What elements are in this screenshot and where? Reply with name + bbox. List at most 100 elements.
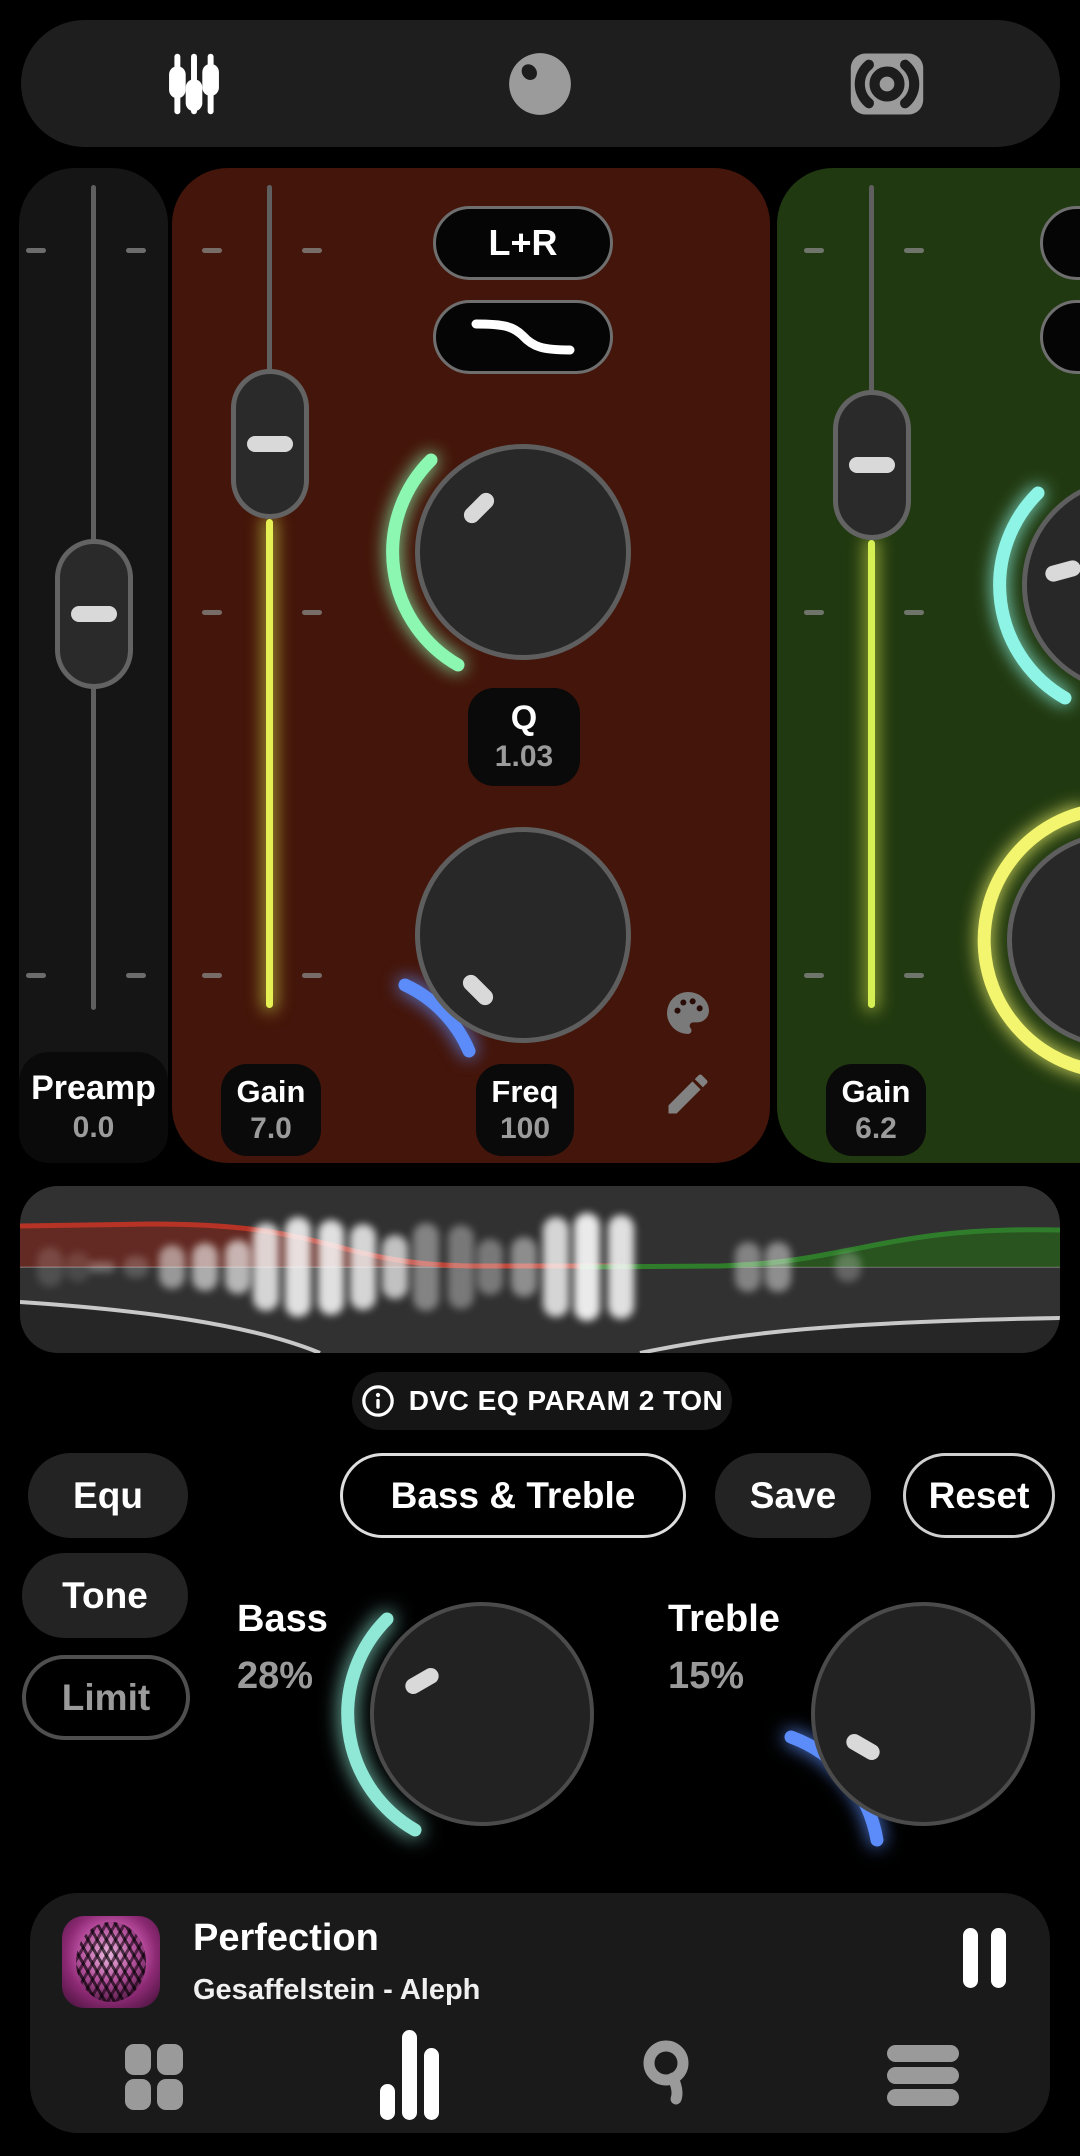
bass-treble-button[interactable]: Bass & Treble xyxy=(340,1453,686,1538)
bass-knob[interactable] xyxy=(370,1602,594,1826)
treble-knob[interactable] xyxy=(811,1602,1035,1826)
spectrum-bar xyxy=(123,1256,149,1278)
band1-freq-value: 100 xyxy=(500,1111,550,1148)
q-label: Q xyxy=(511,698,537,739)
spectrum-bar xyxy=(192,1243,218,1291)
band1-gain-slider-handle[interactable] xyxy=(231,369,309,519)
spectrum-bar xyxy=(765,1242,791,1292)
handle-grip xyxy=(247,436,293,452)
spectrum-bar xyxy=(835,1252,861,1282)
equalizer-screen: Preamp 0.0 L+R Q 1.03 Gain 7.0 Freq 100 xyxy=(0,0,1080,2156)
reset-button[interactable]: Reset xyxy=(903,1453,1055,1538)
treble-value: 15% xyxy=(668,1655,744,1698)
tick xyxy=(904,610,924,615)
handle-grip xyxy=(71,606,117,622)
bass-knob-indicator xyxy=(402,1665,441,1697)
tick xyxy=(904,248,924,253)
edit-pencil-icon[interactable] xyxy=(662,1068,714,1120)
equ-button-label: Equ xyxy=(73,1475,143,1517)
spectrum-bar xyxy=(350,1224,376,1310)
pause-icon xyxy=(963,1928,978,1988)
lowpass-curve-icon xyxy=(468,314,578,360)
q-value-chip: Q 1.03 xyxy=(468,688,580,786)
pause-icon xyxy=(991,1928,1006,1988)
spectrum-bar xyxy=(511,1237,537,1297)
bars-chart-icon xyxy=(370,2026,450,2126)
handle-grip xyxy=(849,457,895,473)
save-button[interactable]: Save xyxy=(715,1453,871,1538)
disco-ball-image xyxy=(76,1922,146,2002)
tick xyxy=(26,973,46,978)
channel-mode-label: L+R xyxy=(488,222,557,264)
q-knob[interactable] xyxy=(415,444,631,660)
tick xyxy=(26,248,46,253)
tick xyxy=(302,248,322,253)
limit-button[interactable]: Limit xyxy=(22,1655,190,1740)
band1-gain-label: Gain xyxy=(237,1073,306,1111)
bass-label: Bass xyxy=(237,1598,328,1641)
palette-icon[interactable] xyxy=(660,985,716,1041)
speaker-icon xyxy=(844,46,930,122)
limit-button-label: Limit xyxy=(62,1677,150,1719)
nav-menu[interactable] xyxy=(878,2026,968,2126)
bass-treble-button-label: Bass & Treble xyxy=(391,1475,636,1517)
spectrum-bar xyxy=(225,1240,251,1294)
treble-label: Treble xyxy=(668,1598,780,1641)
band2-gain-slider-handle[interactable] xyxy=(833,390,911,540)
spectrum-bar xyxy=(89,1262,115,1272)
nav-search[interactable] xyxy=(624,2026,714,2126)
spectrum-bar xyxy=(285,1217,311,1317)
bass-value: 28% xyxy=(237,1655,313,1698)
spectrum-bar xyxy=(574,1213,600,1321)
q-knob-indicator xyxy=(461,490,498,527)
pause-button[interactable] xyxy=(952,1928,1016,1990)
filter-type-button[interactable] xyxy=(433,300,613,374)
preset-selector[interactable]: DVC EQ PARAM 2 TON xyxy=(352,1372,732,1430)
tab-speaker[interactable] xyxy=(827,34,947,134)
spectrum-bar xyxy=(608,1215,634,1319)
tick xyxy=(202,610,222,615)
spectrum-bar xyxy=(382,1235,408,1299)
channel-mode-button[interactable]: L+R xyxy=(433,206,613,280)
nav-equalizer-active[interactable] xyxy=(365,2026,455,2126)
spectrum-bar xyxy=(477,1239,503,1295)
preamp-value-chip: Preamp 0.0 xyxy=(19,1052,168,1163)
freq-knob[interactable] xyxy=(415,827,631,1043)
tick xyxy=(804,248,824,253)
reset-button-label: Reset xyxy=(929,1475,1030,1517)
album-art[interactable] xyxy=(62,1916,160,2008)
tick xyxy=(302,973,322,978)
tick xyxy=(804,610,824,615)
tick xyxy=(804,973,824,978)
menu-list-icon xyxy=(885,2037,961,2115)
knob-icon xyxy=(502,46,578,122)
tick xyxy=(302,610,322,615)
frequency-response-display xyxy=(20,1186,1060,1353)
sliders-icon xyxy=(156,46,232,122)
spectrum-bars xyxy=(20,1186,1060,1353)
band1-slider-glow xyxy=(266,519,273,1008)
tick xyxy=(904,973,924,978)
preset-name: DVC EQ PARAM 2 TON xyxy=(409,1385,723,1417)
spectrum-bar xyxy=(159,1245,185,1289)
band1-gain-chip: Gain 7.0 xyxy=(221,1064,321,1156)
band2-gain-value: 6.2 xyxy=(855,1111,897,1148)
info-icon xyxy=(361,1384,395,1418)
spectrum-bar xyxy=(253,1223,279,1311)
spectrum-bar xyxy=(65,1252,91,1282)
nav-library[interactable] xyxy=(109,2026,199,2126)
grid-icon xyxy=(121,2038,187,2114)
track-artist: Gesaffelstein - Aleph xyxy=(193,1974,480,2007)
equ-button[interactable]: Equ xyxy=(28,1453,188,1538)
preamp-slider-handle[interactable] xyxy=(55,539,133,689)
tick xyxy=(202,973,222,978)
spectrum-bar xyxy=(735,1242,761,1292)
tab-equalizer[interactable] xyxy=(134,34,254,134)
band2-gain-label: Gain xyxy=(842,1073,911,1111)
tone-button[interactable]: Tone xyxy=(22,1553,188,1638)
tab-knob[interactable] xyxy=(480,34,600,134)
spectrum-bar xyxy=(448,1225,474,1309)
search-icon xyxy=(633,2035,705,2117)
spectrum-bar xyxy=(413,1223,439,1311)
spectrum-bar xyxy=(37,1247,63,1287)
